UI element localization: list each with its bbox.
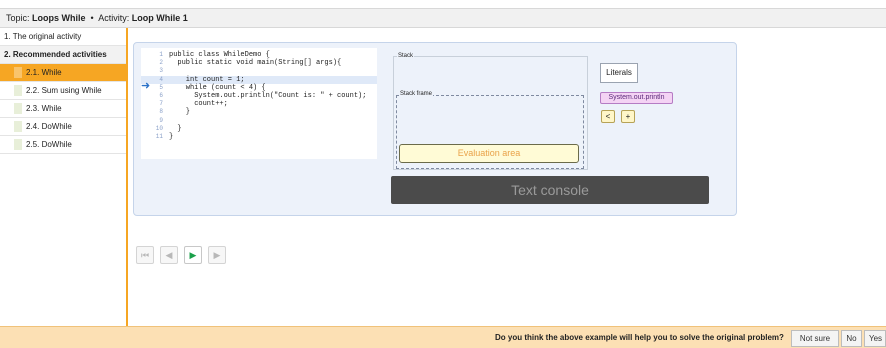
answer-yes-button[interactable]: Yes: [864, 330, 886, 347]
sidebar-item-dowhile-2[interactable]: 2.5. DoWhile: [0, 136, 126, 154]
activity-label: Activity:: [98, 13, 130, 23]
progress-swatch: [14, 67, 22, 78]
code-line: 9: [141, 117, 377, 125]
topic-value: Loops While: [32, 13, 86, 23]
code-text: count++;: [169, 100, 228, 109]
sidebar-item-sum-using-while[interactable]: 2.2. Sum using While: [0, 82, 126, 100]
code-text: }: [169, 108, 191, 117]
breadcrumb-separator: •: [90, 13, 94, 23]
next-step-button[interactable]: ▶: [208, 246, 226, 264]
previous-step-button[interactable]: ◀: [160, 246, 178, 264]
stack-label: Stack: [397, 53, 415, 59]
code-line: 8 }: [141, 108, 377, 116]
answer-no-button[interactable]: No: [841, 330, 862, 347]
sidebar-item-while-1[interactable]: 2.1. While: [0, 64, 126, 82]
line-number: 3: [159, 67, 163, 75]
text-console: Text console: [391, 176, 709, 204]
sidebar-item-label: 2.2. Sum using While: [26, 86, 102, 95]
code-line: 7 count++;: [141, 100, 377, 108]
line-number: 6: [159, 92, 163, 99]
literal-plus[interactable]: +: [621, 110, 635, 123]
chevron-right-icon: ▶: [213, 250, 221, 260]
line-number: 1: [159, 51, 163, 58]
evaluation-area[interactable]: Evaluation area: [399, 144, 579, 163]
topic-breadcrumb: Topic: Loops While • Activity: Loop Whil…: [0, 8, 886, 28]
sidebar-item-dowhile-1[interactable]: 2.4. DoWhile: [0, 118, 126, 136]
sidebar-item-label: 2.5. DoWhile: [26, 140, 72, 149]
code-text: while (count < 4) {: [169, 83, 266, 92]
literals-header: Literals: [600, 63, 638, 83]
play-icon: ▶: [189, 250, 197, 260]
code-line: 3: [141, 67, 377, 75]
stack-frame-label: Stack frame: [399, 91, 434, 97]
sidebar-item-label: 2.4. DoWhile: [26, 122, 72, 131]
literal-system-out-println[interactable]: System.out.println: [600, 92, 673, 104]
current-line-arrow-icon: ➜: [141, 80, 151, 92]
literal-less-than[interactable]: <: [601, 110, 615, 123]
code-line: 6 System.out.println("Count is: " + coun…: [141, 92, 377, 100]
progress-swatch: [14, 139, 22, 150]
code-text: public class WhileDemo {: [169, 51, 270, 59]
line-number: 2: [159, 59, 163, 67]
code-line: 5 while (count < 4) {: [141, 84, 377, 92]
code-text: public static void main(String[] args){: [169, 59, 342, 68]
sidebar-item-label: 1. The original activity: [4, 32, 82, 41]
code-text: System.out.println("Count is: " + count)…: [169, 92, 367, 100]
sidebar-divider: [126, 28, 128, 326]
code-text: }: [169, 124, 182, 133]
chevron-left-icon: ◀: [165, 250, 173, 260]
code-text: }: [169, 133, 174, 141]
sidebar-item-original-activity[interactable]: 1. The original activity: [0, 28, 126, 46]
progress-swatch: [14, 121, 22, 132]
topic-label: Topic:: [6, 13, 30, 23]
activity-value: Loop While 1: [131, 13, 188, 23]
skip-back-icon: ⏮: [140, 250, 150, 260]
sidebar-item-while-2[interactable]: 2.3. While: [0, 100, 126, 118]
line-number: 11: [155, 133, 163, 140]
first-step-button[interactable]: ⏮: [136, 246, 154, 264]
line-number: 7: [159, 100, 163, 108]
code-line: 11}: [141, 133, 377, 141]
progress-swatch: [14, 85, 22, 96]
sidebar-header-recommended[interactable]: 2. Recommended activities: [0, 46, 126, 64]
code-line: 10 }: [141, 125, 377, 133]
play-step-button[interactable]: ▶: [184, 246, 202, 264]
feedback-question: Do you think the above example will help…: [495, 333, 784, 342]
code-editor: 1 public class WhileDemo { 2 public stati…: [141, 48, 377, 159]
line-number: 9: [159, 116, 163, 124]
sidebar-item-label: 2.1. While: [26, 68, 62, 77]
code-line: 2 public static void main(String[] args)…: [141, 59, 377, 67]
progress-swatch: [14, 103, 22, 114]
line-number: 8: [159, 108, 163, 116]
line-number: 10: [155, 124, 163, 132]
answer-not-sure-button[interactable]: Not sure: [791, 330, 839, 347]
code-text: int count = 1;: [169, 75, 245, 84]
code-line-current: 4 int count = 1;: [141, 75, 377, 84]
code-line: 1 public class WhileDemo {: [141, 51, 377, 59]
sidebar-item-label: 2. Recommended activities: [4, 50, 107, 59]
sidebar-item-label: 2.3. While: [26, 104, 62, 113]
